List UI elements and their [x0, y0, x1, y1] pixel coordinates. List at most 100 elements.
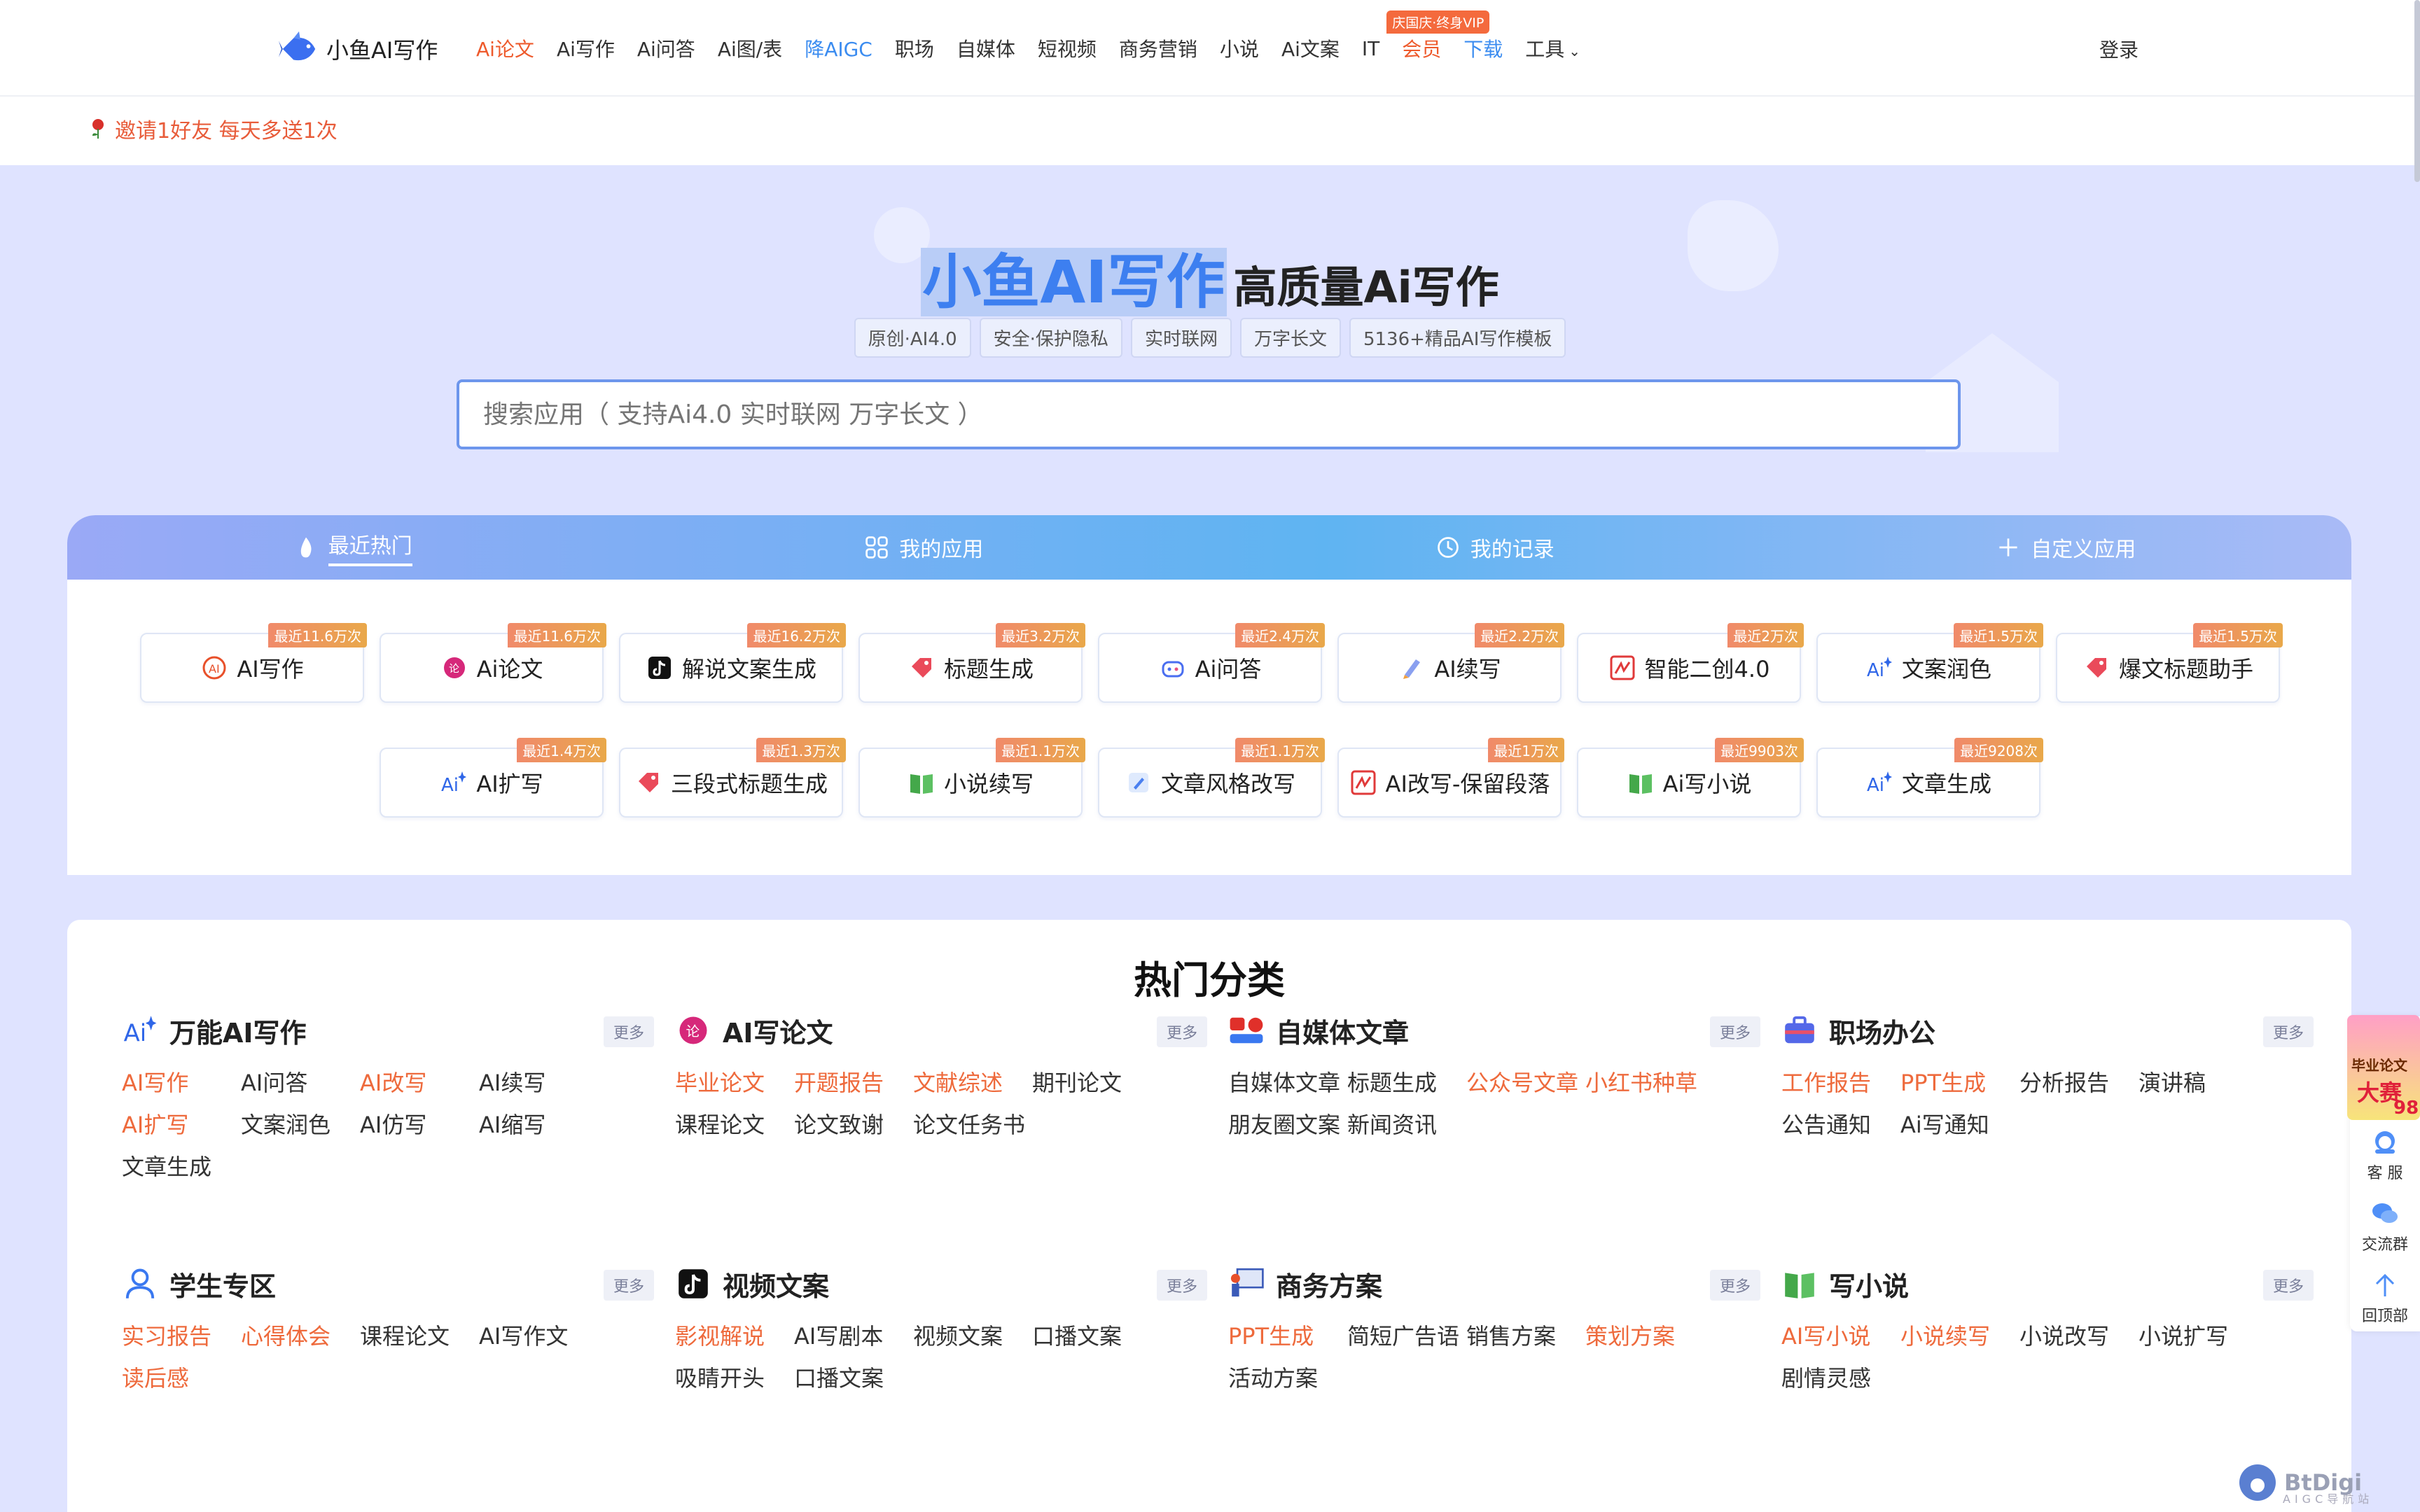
back-to-top-button[interactable]: 回顶部 — [2350, 1270, 2420, 1326]
category-link[interactable]: 朋友圈文案 — [1228, 1110, 1347, 1140]
app-card[interactable]: 标题生成 最近3.2万次 — [858, 623, 1085, 703]
tab-1[interactable]: 我的应用 — [639, 515, 1210, 580]
app-card[interactable]: Ai 文章生成 最近9208次 — [1816, 738, 2043, 818]
category-link[interactable]: AI改写 — [360, 1068, 479, 1098]
category-link[interactable]: AI问答 — [241, 1068, 360, 1098]
app-card[interactable]: Ai问答 最近2.4万次 — [1098, 623, 1325, 703]
logo[interactable]: 小鱼AI写作 — [279, 28, 438, 70]
category-link[interactable]: 销售方案 — [1466, 1322, 1585, 1351]
category-link[interactable]: 小说改写 — [2019, 1322, 2139, 1351]
category-link[interactable]: 新闻资讯 — [1347, 1110, 1466, 1140]
customer-service-button[interactable]: 客 服 — [2350, 1127, 2420, 1183]
category-link[interactable]: 口播文案 — [1032, 1322, 1151, 1351]
category-link[interactable]: 简短广告语 — [1347, 1322, 1466, 1351]
app-card[interactable]: 爆文标题助手 最近1.5万次 — [2056, 623, 2283, 703]
category-link[interactable]: 读后感 — [122, 1364, 241, 1393]
category-link[interactable]: AI写作 — [122, 1068, 241, 1098]
category-link[interactable]: 影视解说 — [675, 1322, 794, 1351]
category-link[interactable]: 视频文案 — [913, 1322, 1032, 1351]
more-button[interactable]: 更多 — [2262, 1270, 2314, 1301]
invite-notice[interactable]: 邀请1好友 每天多送1次 — [88, 113, 338, 144]
category-link[interactable]: AI写小说 — [1781, 1322, 1900, 1351]
category-link[interactable]: 策划方案 — [1585, 1322, 1704, 1351]
search-input[interactable] — [457, 379, 1961, 449]
promo-banner[interactable]: 毕业论文 大赛 98 — [2347, 1015, 2420, 1120]
tab-3[interactable]: 自定义应用 — [1781, 515, 2352, 580]
category-link[interactable]: 分析报告 — [2019, 1068, 2139, 1098]
nav-item-14[interactable]: 工具 ⌄ — [1525, 34, 1580, 62]
category-link[interactable]: 小说续写 — [1900, 1322, 2019, 1351]
app-card[interactable]: AI AI写作 最近11.6万次 — [140, 623, 367, 703]
category-link[interactable]: PPT生成 — [1900, 1068, 2019, 1098]
app-card[interactable]: AI改写-保留段落 最近1万次 — [1337, 738, 1564, 818]
more-button[interactable]: 更多 — [1156, 1016, 1207, 1047]
more-button[interactable]: 更多 — [1709, 1270, 1760, 1301]
category-link[interactable]: 开题报告 — [794, 1068, 913, 1098]
category-link[interactable]: Ai写通知 — [1900, 1110, 2019, 1140]
nav-item-2[interactable]: Ai问答 — [637, 34, 695, 62]
nav-item-5[interactable]: 职场 — [895, 34, 934, 62]
category-link[interactable]: 小红书种草 — [1585, 1068, 1704, 1098]
category-link[interactable]: 标题生成 — [1347, 1068, 1466, 1098]
category-link[interactable]: 心得体会 — [241, 1322, 360, 1351]
app-card[interactable]: 论 Ai论文 最近11.6万次 — [380, 623, 606, 703]
nav-item-9[interactable]: 小说 — [1220, 34, 1259, 62]
group-chat-button[interactable]: 交流群 — [2350, 1198, 2420, 1254]
nav-item-12[interactable]: 会员 庆国庆·终身VIP — [1386, 10, 1490, 62]
category-link[interactable]: PPT生成 — [1228, 1322, 1347, 1351]
nav-item-1[interactable]: Ai写作 — [557, 34, 615, 62]
category-link[interactable]: AI扩写 — [122, 1110, 241, 1140]
category-link[interactable]: 演讲稿 — [2139, 1068, 2258, 1098]
app-card[interactable]: 文章风格改写 最近1.1万次 — [1098, 738, 1325, 818]
category-link[interactable]: 小说扩写 — [2139, 1322, 2258, 1351]
category-link[interactable]: 自媒体文章 — [1228, 1068, 1347, 1098]
more-button[interactable]: 更多 — [603, 1016, 654, 1047]
app-card[interactable]: Ai AI扩写 最近1.4万次 — [380, 738, 606, 818]
tab-2[interactable]: 我的记录 — [1209, 515, 1781, 580]
app-card[interactable]: AI续写 最近2.2万次 — [1337, 623, 1564, 703]
category-link[interactable]: 活动方案 — [1228, 1364, 1347, 1393]
more-button[interactable]: 更多 — [1709, 1016, 1760, 1047]
app-card[interactable]: 解说文案生成 最近16.2万次 — [619, 623, 846, 703]
category-link[interactable]: 实习报告 — [122, 1322, 241, 1351]
category-link[interactable]: 公众号文章 — [1466, 1068, 1585, 1098]
category-link[interactable]: 文案润色 — [241, 1110, 360, 1140]
category-link[interactable]: AI仿写 — [360, 1110, 479, 1140]
nav-item-8[interactable]: 商务营销 — [1119, 34, 1197, 62]
app-card[interactable]: Ai写小说 最近9903次 — [1577, 738, 1804, 818]
category-link[interactable]: AI写作文 — [479, 1322, 598, 1351]
nav-item-3[interactable]: Ai图/表 — [718, 34, 782, 62]
more-button[interactable]: 更多 — [2262, 1016, 2314, 1047]
nav-item-0[interactable]: Ai论文 — [476, 34, 534, 62]
nav-item-7[interactable]: 短视频 — [1038, 34, 1097, 62]
category-link[interactable]: 吸睛开头 — [675, 1364, 794, 1393]
category-link[interactable]: 课程论文 — [360, 1322, 479, 1351]
category-link[interactable]: 口播文案 — [794, 1364, 913, 1393]
page-scrollbar[interactable] — [2414, 0, 2420, 182]
category-link[interactable]: AI缩写 — [479, 1110, 598, 1140]
category-link[interactable]: 论文致谢 — [794, 1110, 913, 1140]
category-link[interactable]: 论文任务书 — [913, 1110, 1032, 1140]
category-link[interactable]: 毕业论文 — [675, 1068, 794, 1098]
more-button[interactable]: 更多 — [1156, 1270, 1207, 1301]
category-link[interactable]: AI续写 — [479, 1068, 598, 1098]
category-link[interactable]: 剧情灵感 — [1781, 1364, 1900, 1393]
app-card[interactable]: Ai 文案润色 最近1.5万次 — [1816, 623, 2043, 703]
category-link[interactable]: 期刊论文 — [1032, 1068, 1151, 1098]
nav-item-13[interactable]: 下载 — [1463, 34, 1503, 62]
login-link[interactable]: 登录 — [2099, 35, 2139, 63]
app-card[interactable]: 智能二创4.0 最近2万次 — [1577, 623, 1804, 703]
category-link[interactable]: 工作报告 — [1781, 1068, 1900, 1098]
nav-item-11[interactable]: IT — [1362, 37, 1379, 60]
app-card[interactable]: 小说续写 最近1.1万次 — [858, 738, 1085, 818]
nav-item-4[interactable]: 降AIGC — [805, 34, 872, 62]
tab-0[interactable]: 最近热门 — [67, 515, 639, 580]
category-link[interactable]: 课程论文 — [675, 1110, 794, 1140]
category-link[interactable]: AI写剧本 — [794, 1322, 913, 1351]
category-link[interactable]: 公告通知 — [1781, 1110, 1900, 1140]
more-button[interactable]: 更多 — [603, 1270, 654, 1301]
category-link[interactable]: 文章生成 — [122, 1152, 241, 1182]
nav-item-6[interactable]: 自媒体 — [957, 34, 1015, 62]
nav-item-10[interactable]: Ai文案 — [1281, 34, 1340, 62]
category-link[interactable]: 文献综述 — [913, 1068, 1032, 1098]
